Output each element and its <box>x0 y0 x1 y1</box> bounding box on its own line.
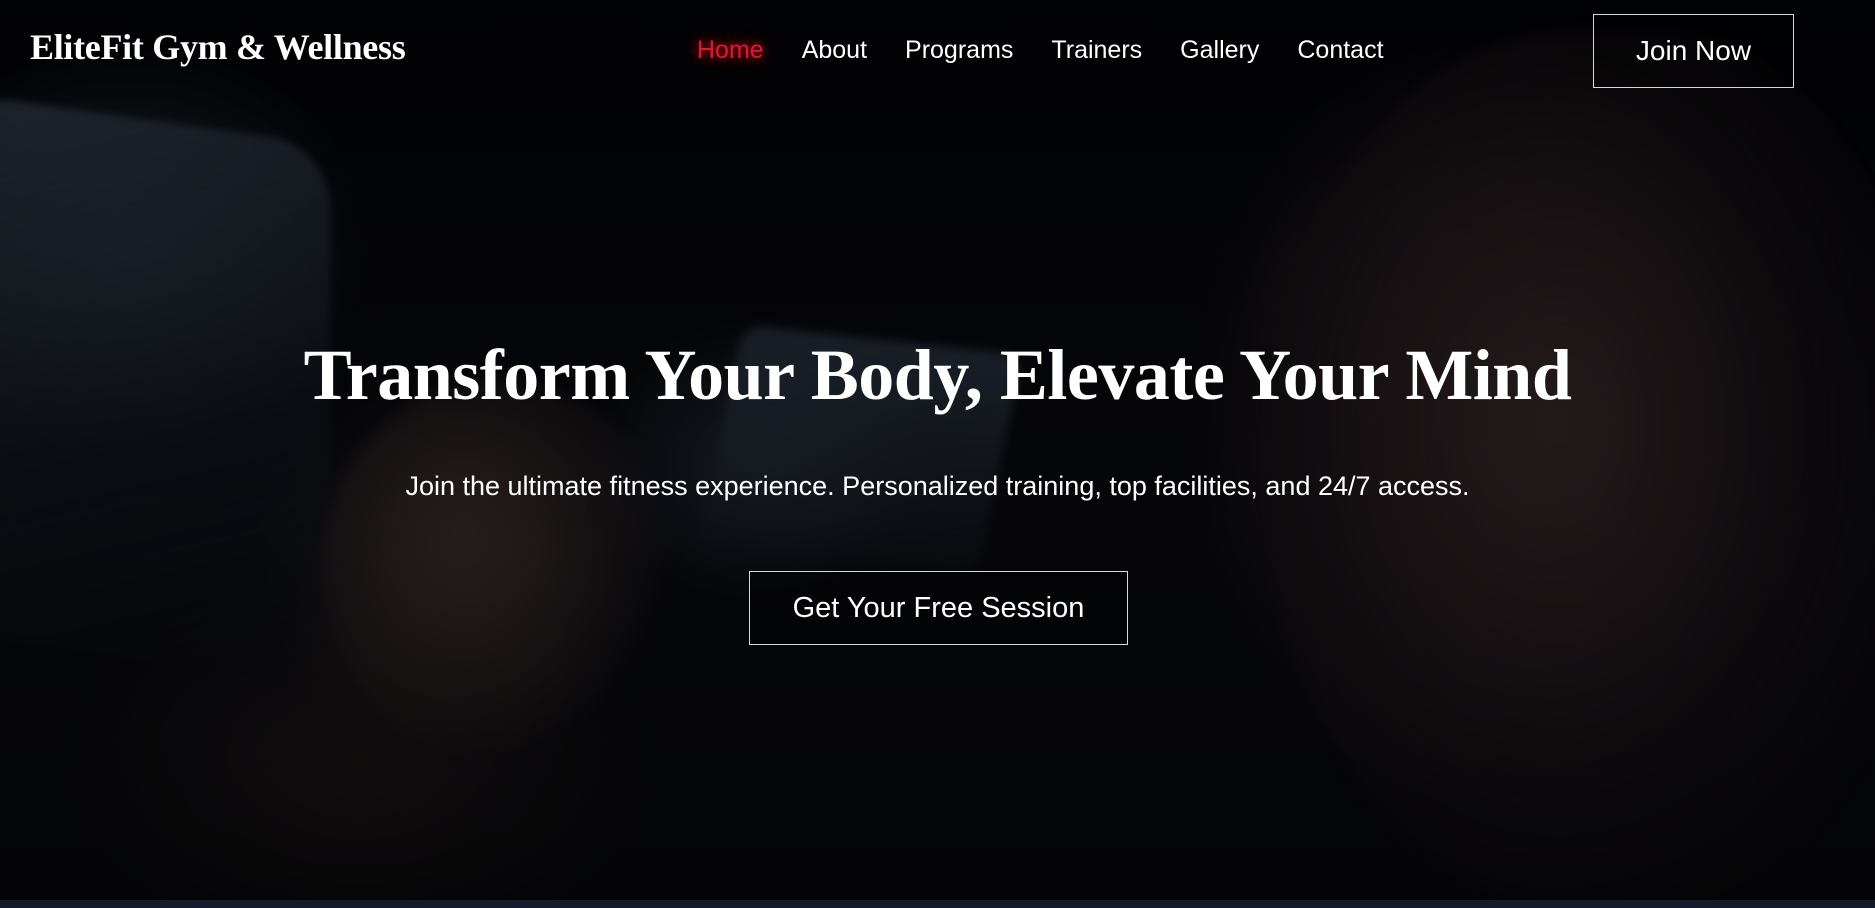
nav-link-gallery[interactable]: Gallery <box>1180 34 1259 66</box>
nav-link-trainers[interactable]: Trainers <box>1051 34 1142 66</box>
hero-subtitle: Join the ultimate fitness experience. Pe… <box>405 471 1470 501</box>
nav-link-home[interactable]: Home <box>697 34 764 66</box>
nav-link-contact[interactable]: Contact <box>1297 34 1383 66</box>
nav-link-programs[interactable]: Programs <box>905 34 1013 66</box>
nav-link-about[interactable]: About <box>802 34 867 66</box>
join-now-button[interactable]: Join Now <box>1593 14 1794 88</box>
navbar: EliteFit Gym & Wellness Home About Progr… <box>0 0 1875 100</box>
hero-section: EliteFit Gym & Wellness Home About Progr… <box>0 0 1875 900</box>
brand-logo[interactable]: EliteFit Gym & Wellness <box>30 26 406 68</box>
nav-links: Home About Programs Trainers Gallery Con… <box>697 34 1422 66</box>
hero-dark-overlay <box>0 0 1875 900</box>
free-session-button[interactable]: Get Your Free Session <box>749 571 1128 645</box>
hero-title: Transform Your Body, Elevate Your Mind <box>303 335 1572 415</box>
next-section-edge <box>0 900 1875 908</box>
